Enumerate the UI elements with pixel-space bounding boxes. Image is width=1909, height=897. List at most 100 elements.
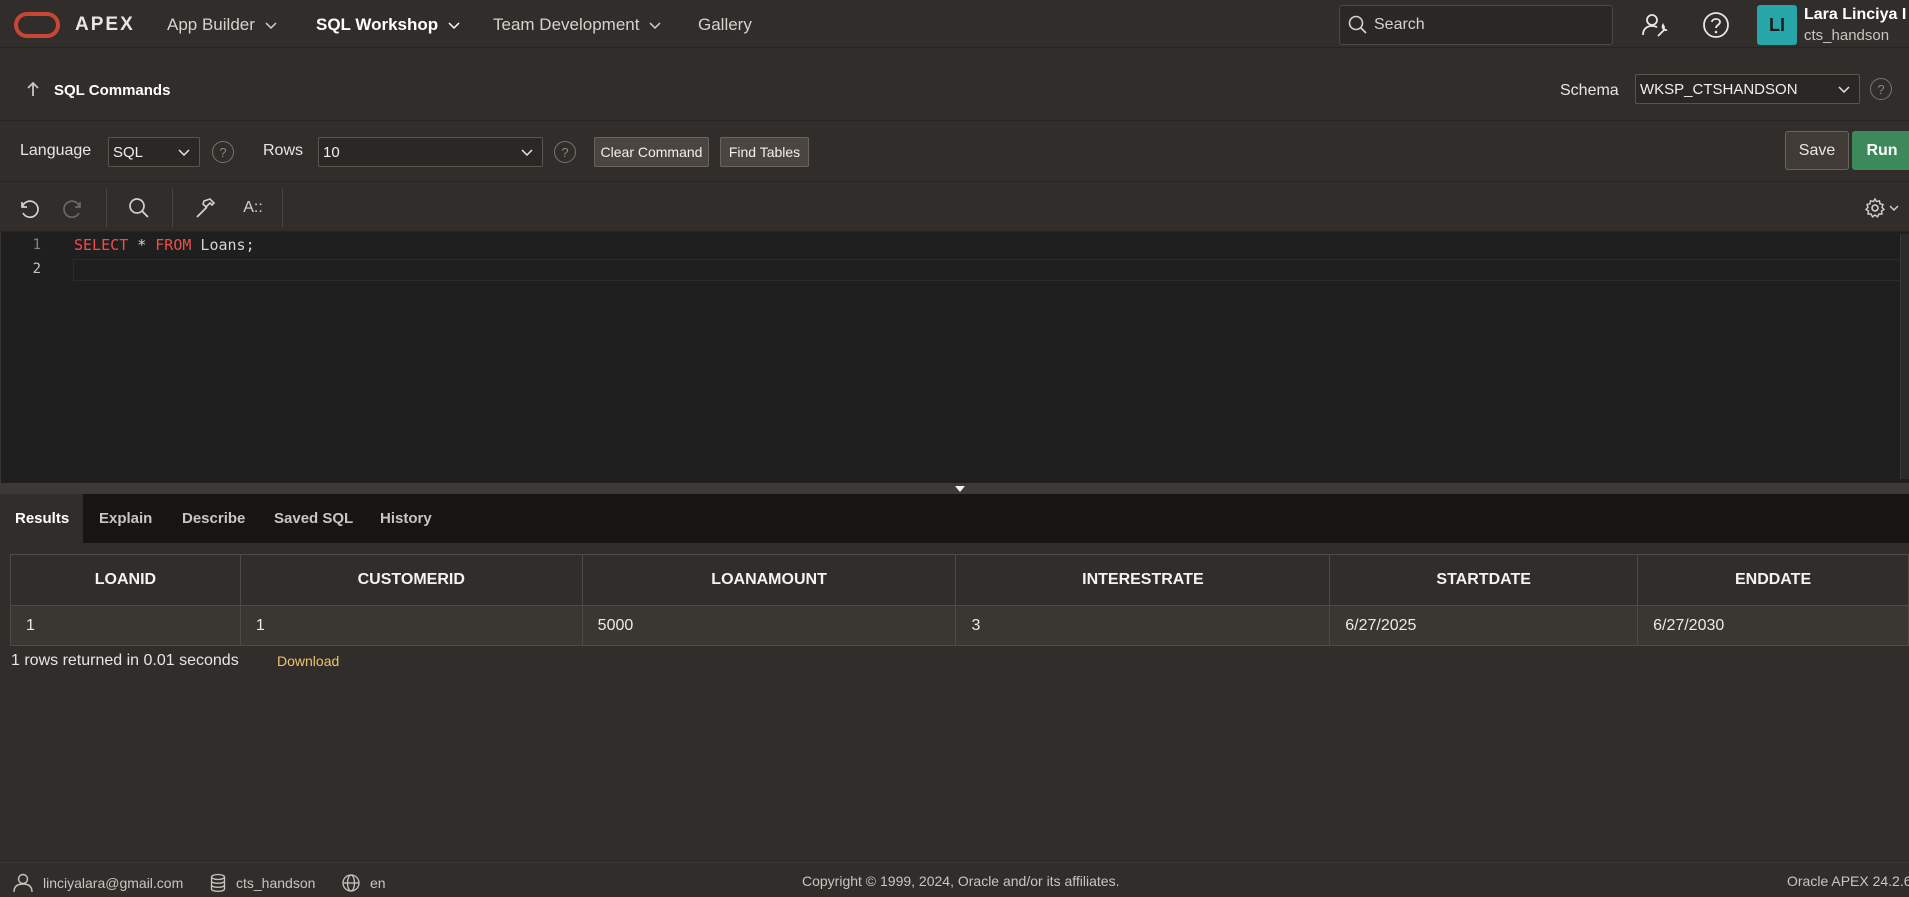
toolbar-divider (106, 189, 107, 227)
editor-scrollbar[interactable] (1900, 234, 1909, 479)
oracle-logo-icon[interactable] (14, 12, 60, 38)
search-input[interactable] (1374, 16, 1594, 34)
code-token: * (128, 236, 156, 254)
database-icon (210, 873, 226, 892)
schema-label: Schema (1560, 82, 1619, 99)
code-token: Loans; (191, 236, 255, 254)
hammer-icon (196, 198, 216, 218)
user-name[interactable]: Lara Linciya I (1804, 6, 1906, 24)
find-tables-button[interactable]: Find Tables (720, 137, 809, 167)
apex-brand[interactable]: APEX (75, 14, 135, 36)
line-gutter: 1 2 (1, 232, 49, 483)
language-select-value: SQL (113, 143, 144, 161)
chevron-down-icon (649, 22, 661, 30)
command-toolbar: Language SQL ? Rows 10 ? Clear Command F… (0, 122, 1909, 182)
editor-settings-button[interactable] (1861, 193, 1901, 223)
toolbar-divider (172, 189, 173, 227)
avatar[interactable]: LI (1757, 5, 1797, 45)
rows-help-icon[interactable]: ? (554, 141, 576, 163)
toolbar-divider (282, 189, 283, 227)
administration-button[interactable] (1640, 10, 1670, 40)
schema-select[interactable]: WKSP_CTSHANDSON (1635, 74, 1860, 104)
table-cell: 5000 (581, 605, 957, 646)
code-line-1[interactable]: SELECT * FROM Loans; (74, 236, 255, 254)
format-button[interactable]: A:: (236, 193, 270, 223)
language-help-icon[interactable]: ? (212, 141, 234, 163)
nav-gallery[interactable]: Gallery (698, 15, 752, 35)
footer-workspace: cts_handson (209, 873, 315, 893)
gear-icon (1864, 197, 1885, 218)
footer-email: linciyalara@gmail.com (43, 875, 184, 891)
nav-team-development-label: Team Development (493, 15, 640, 34)
download-link[interactable]: Download (277, 653, 339, 669)
column-header: CUSTOMERID (239, 554, 583, 606)
nav-team-development[interactable]: Team Development (493, 15, 661, 35)
caret-down-icon[interactable] (955, 486, 965, 492)
editor-toolbar: A:: (0, 183, 1909, 232)
tab-results[interactable]: Results (0, 494, 83, 543)
global-search[interactable] (1339, 5, 1613, 45)
results-table: LOANID CUSTOMERID LOANAMOUNT INTERESTRAT… (10, 554, 1909, 646)
user-wrench-icon (1642, 14, 1668, 37)
rows-returned-text: 1 rows returned in 0.01 seconds (11, 652, 239, 669)
table-cell: 1 (10, 605, 241, 646)
sql-editor[interactable]: 1 2 SELECT * FROM Loans; (0, 232, 1909, 483)
table-cell: 3 (955, 605, 1331, 646)
clear-command-button[interactable]: Clear Command (594, 137, 709, 167)
tab-saved-sql[interactable]: Saved SQL (259, 494, 368, 543)
undo-button[interactable] (14, 193, 44, 223)
footer-user: linciyalara@gmail.com (12, 873, 183, 893)
help-button[interactable] (1701, 10, 1731, 40)
globe-icon (342, 874, 360, 892)
line-number: 1 (32, 237, 41, 253)
nav-app-builder[interactable]: App Builder (167, 15, 277, 35)
column-header: LOANAMOUNT (581, 554, 957, 606)
tab-history[interactable]: History (365, 494, 447, 543)
footer: linciyalara@gmail.com cts_handson en Cop… (0, 862, 1909, 897)
results-tabs: Results Explain Describe Saved SQL Histo… (0, 494, 1909, 543)
chevron-down-icon (521, 149, 533, 157)
column-header: STARTDATE (1329, 554, 1639, 606)
user-icon (13, 873, 33, 893)
copyright-text: Copyright © 1999, 2024, Oracle and/or it… (802, 873, 1120, 889)
column-header: INTERESTRATE (955, 554, 1331, 606)
nav-sql-workshop-label: SQL Workshop (316, 15, 439, 34)
rows-select-value: 10 (323, 143, 340, 161)
table-row: 1 1 5000 3 6/27/2025 6/27/2030 (10, 605, 1909, 646)
redo-icon (63, 200, 81, 219)
chevron-down-icon (1889, 205, 1898, 211)
redo-button[interactable] (58, 193, 88, 223)
arrow-up-icon[interactable] (26, 81, 40, 97)
find-button[interactable] (124, 193, 154, 223)
schema-help-icon[interactable]: ? (1870, 78, 1892, 100)
search-icon (129, 198, 149, 218)
run-button[interactable]: Run (1852, 131, 1909, 170)
chevron-down-icon (265, 22, 277, 30)
chevron-down-icon (448, 22, 460, 30)
sql-keyword: FROM (155, 236, 192, 254)
language-select[interactable]: SQL (108, 137, 200, 167)
pane-splitter[interactable] (0, 483, 1909, 494)
footer-language-code: en (370, 875, 386, 891)
nav-app-builder-label: App Builder (167, 15, 255, 34)
table-cell: 6/27/2025 (1329, 605, 1639, 646)
chevron-down-icon (178, 149, 190, 157)
rows-label: Rows (263, 142, 304, 159)
top-navigation-bar: APEX App Builder SQL Workshop Team Devel… (0, 0, 1909, 48)
table-cell: 1 (239, 605, 583, 646)
search-icon (1348, 15, 1367, 34)
query-builder-button[interactable] (190, 193, 220, 223)
tab-explain[interactable]: Explain (84, 494, 167, 543)
results-table-wrapper: LOANID CUSTOMERID LOANAMOUNT INTERESTRAT… (10, 554, 1909, 646)
nav-gallery-label: Gallery (698, 15, 752, 34)
table-header-row: LOANID CUSTOMERID LOANAMOUNT INTERESTRAT… (10, 554, 1909, 606)
nav-sql-workshop[interactable]: SQL Workshop (316, 15, 460, 35)
save-button[interactable]: Save (1785, 131, 1849, 170)
tab-describe[interactable]: Describe (167, 494, 260, 543)
column-header: ENDDATE (1637, 554, 1909, 606)
chevron-down-icon (1838, 86, 1850, 94)
rows-select[interactable]: 10 (318, 137, 543, 167)
language-label: Language (20, 142, 92, 159)
footer-language[interactable]: en (341, 873, 386, 893)
current-line-highlight (73, 259, 1901, 281)
